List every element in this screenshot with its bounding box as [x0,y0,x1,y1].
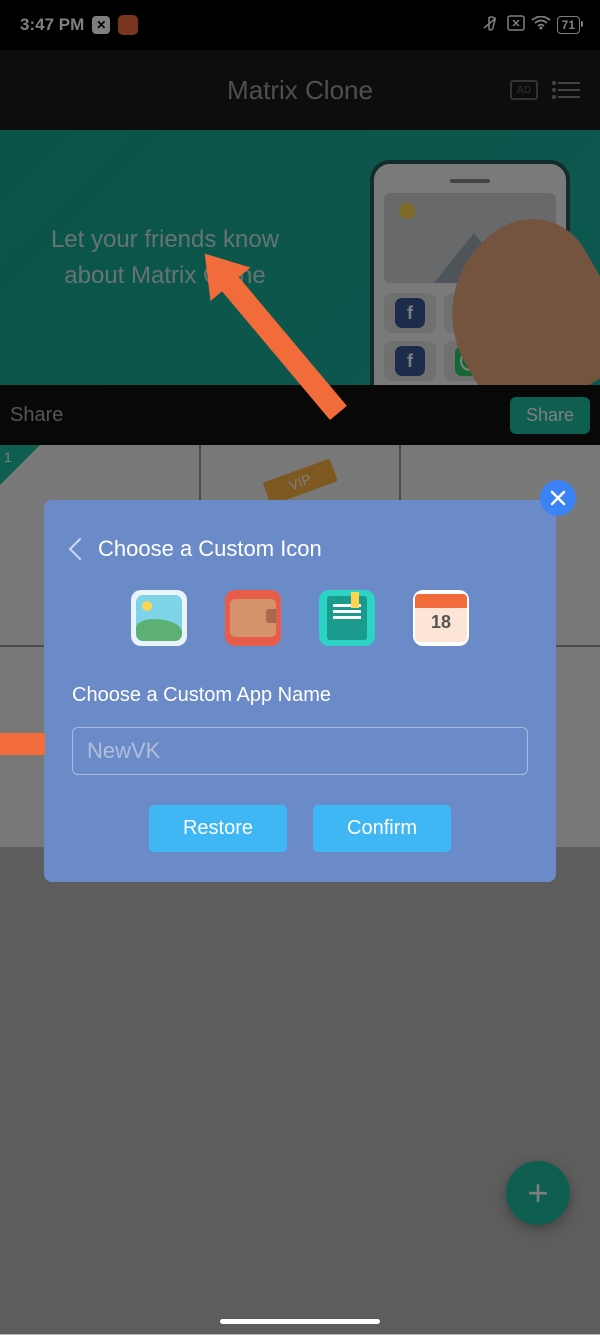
calendar-date: 18 [415,608,467,633]
custom-icon-dialog: Choose a Custom Icon 18 Choose a Custom … [44,500,556,882]
icon-option-wallet[interactable] [225,590,281,646]
dialog-title: Choose a Custom Icon [72,536,528,562]
cursor-icon [69,538,92,561]
icon-option-gallery[interactable] [131,590,187,646]
restore-button[interactable]: Restore [149,805,287,852]
confirm-button[interactable]: Confirm [313,805,451,852]
dialog-buttons: Restore Confirm [72,805,528,852]
close-button[interactable] [540,480,576,516]
dialog-title-text: Choose a Custom Icon [98,536,322,562]
icon-option-calendar[interactable]: 18 [413,590,469,646]
home-indicator[interactable] [220,1319,380,1324]
dialog-subtitle: Choose a Custom App Name [72,684,528,707]
app-name-input[interactable] [72,727,528,775]
icon-option-notebook[interactable] [319,590,375,646]
icon-options: 18 [72,590,528,646]
